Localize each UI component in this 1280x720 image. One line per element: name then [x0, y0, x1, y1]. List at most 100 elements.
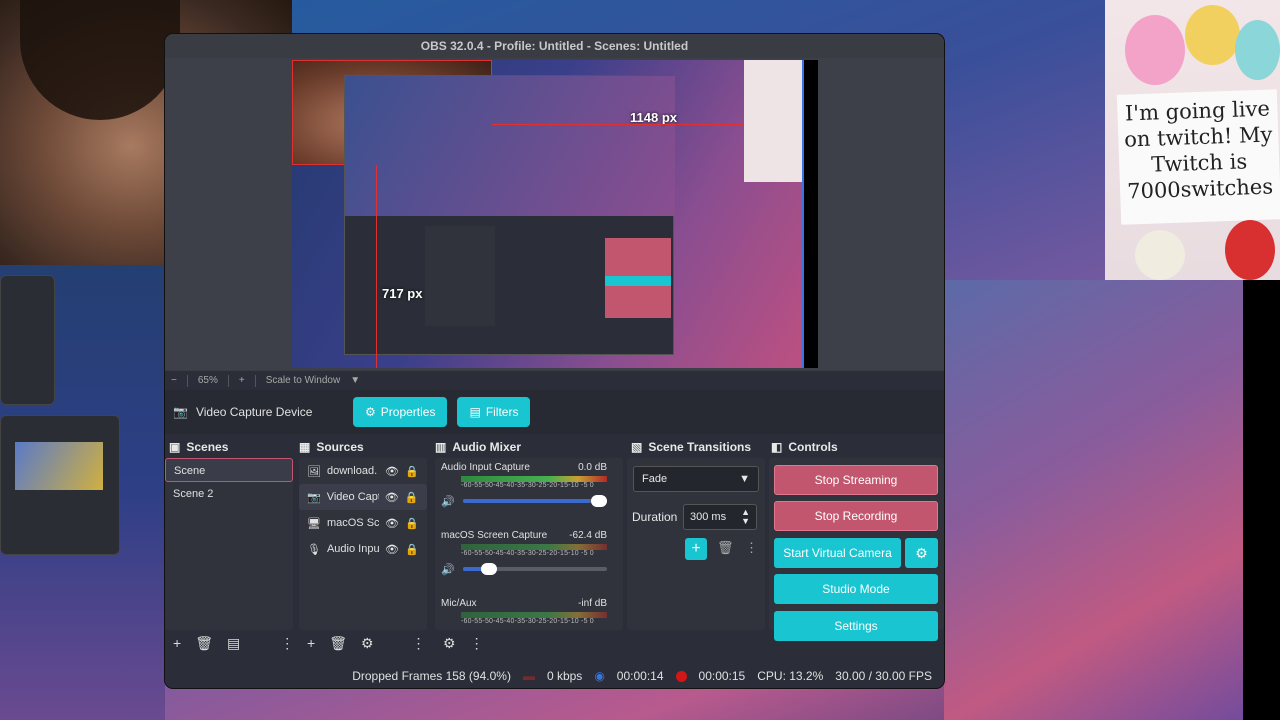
eye-icon[interactable]: 👁	[385, 543, 399, 556]
preview-area[interactable]: 1148 px 717 px	[165, 58, 944, 370]
cpu-usage: CPU: 13.2%	[757, 669, 824, 683]
scene-item[interactable]: Scene 2	[165, 482, 293, 506]
lock-icon[interactable]: 🔒	[405, 517, 419, 530]
transition-select[interactable]: Fade ▼	[633, 466, 759, 492]
mixer-toolbar: ⚙ ⋮	[443, 632, 484, 654]
scale-mode-select[interactable]: Scale to Window	[266, 375, 340, 386]
guide-line-v	[376, 165, 377, 368]
duration-stepper[interactable]: 300 ms ▲ ▼	[683, 504, 757, 530]
more-options-icon[interactable]: ⋮	[470, 635, 484, 652]
background-window	[0, 415, 120, 555]
image-icon: 🖼	[307, 465, 321, 478]
mixer-channel: Mic/Aux -inf dB -60-55-50-45-40-35-30-25-…	[441, 598, 607, 625]
eye-icon[interactable]: 👁	[385, 465, 399, 478]
lock-icon[interactable]: 🔒	[405, 543, 419, 556]
speaker-icon[interactable]: 🔊	[441, 495, 455, 508]
filters-button[interactable]: ▤ Filters	[457, 397, 531, 427]
selected-source-label: 📷 Video Capture Device	[173, 405, 343, 419]
source-item[interactable]: 🖼 download. 👁 🔒	[299, 458, 427, 484]
volume-slider[interactable]	[462, 563, 607, 575]
more-options-icon[interactable]: ⋮	[745, 540, 758, 556]
filter-icon: ▤	[469, 405, 481, 419]
mixer-channel: Audio Input Capture 0.0 dB -60-55-50-45-4…	[441, 462, 607, 508]
zoom-out-button[interactable]: −	[171, 375, 177, 386]
sources-toolbar: + 🗑 ⚙ ⋮	[307, 632, 426, 654]
volume-slider[interactable]	[462, 495, 607, 507]
add-source-icon[interactable]: +	[307, 635, 315, 651]
properties-button[interactable]: ⚙ Properties	[353, 397, 448, 427]
scene-item[interactable]: Scene	[165, 458, 293, 482]
source-item[interactable]: 🖥 macOS Scr 👁 🔒	[299, 510, 427, 536]
trash-icon[interactable]: 🗑	[329, 635, 347, 652]
lock-icon[interactable]: 🔒	[405, 491, 419, 504]
add-scene-icon[interactable]: +	[173, 635, 181, 651]
studio-mode-button[interactable]: Studio Mode	[774, 574, 938, 604]
settings-button[interactable]: Settings	[774, 611, 938, 641]
mixer-icon: ▥	[435, 440, 447, 454]
desktop-background-left	[0, 265, 165, 720]
zoom-bar: − 65% + Scale to Window ▼	[165, 370, 944, 390]
controls-dock-title: ◧ Controls	[771, 440, 838, 454]
source-toolbar: 📷 Video Capture Device ⚙ Properties ▤ Fi…	[165, 390, 944, 434]
broadcast-icon: ◉	[594, 669, 605, 683]
sources-dock: 🖼 download. 👁 🔒 📷 Video Capt 👁 🔒 🖥 macOS…	[299, 458, 427, 630]
obs-window: OBS 32.0.4 - Profile: Untitled - Scenes:…	[165, 34, 944, 688]
preview-canvas[interactable]: 1148 px 717 px	[292, 60, 818, 368]
mixer-dock-title: ▥ Audio Mixer	[435, 440, 522, 454]
stop-recording-button[interactable]: Stop Recording	[774, 501, 938, 531]
stepper-arrows-icon[interactable]: ▲ ▼	[741, 508, 750, 526]
nested-preview	[344, 75, 675, 355]
width-measure-label: 1148 px	[630, 110, 677, 125]
more-options-icon[interactable]: ⋮	[412, 635, 426, 652]
eye-icon[interactable]: 👁	[385, 491, 399, 504]
scenes-icon: ▣	[169, 440, 181, 454]
scenes-toolbar: + 🗑 ▤ ⋮	[173, 632, 294, 654]
trash-icon[interactable]: 🗑	[195, 635, 213, 652]
level-meter	[461, 544, 607, 550]
chevron-down-icon[interactable]: ▼	[350, 375, 360, 386]
controls-icon: ◧	[771, 440, 783, 454]
dropped-frames: Dropped Frames 158 (94.0%)	[352, 669, 511, 683]
sources-icon: ▦	[299, 440, 311, 454]
bitrate: 0 kbps	[546, 669, 583, 683]
level-meter	[461, 612, 607, 618]
start-virtual-camera-button[interactable]: Start Virtual Camera	[774, 538, 901, 568]
gear-icon[interactable]: ⚙	[443, 635, 456, 652]
speaker-icon[interactable]: 🔊	[441, 563, 455, 576]
network-icon: ▬	[522, 669, 535, 683]
microphone-icon: 🎙	[307, 543, 321, 556]
transitions-dock-title: ▧ Scene Transitions	[631, 440, 752, 454]
mixer-channel: macOS Screen Capture -62.4 dB -60-55-50-4…	[441, 530, 607, 576]
lock-icon[interactable]: 🔒	[405, 465, 419, 478]
trash-icon[interactable]: 🗑	[717, 540, 734, 556]
camera-icon: 📷	[173, 405, 188, 419]
fps-readout: 30.00 / 30.00 FPS	[835, 669, 932, 683]
zoom-in-button[interactable]: +	[239, 375, 245, 386]
stop-streaming-button[interactable]: Stop Streaming	[774, 465, 938, 495]
chevron-down-icon: ▼	[739, 473, 750, 485]
sources-dock-title: ▦ Sources	[299, 440, 364, 454]
record-time: 00:00:15	[698, 669, 746, 683]
monitor-icon: 🖥	[307, 517, 321, 530]
sign-photo-overlay: I'm going live on twitch! My Twitch is 7…	[1105, 0, 1280, 280]
stream-time: 00:00:14	[616, 669, 664, 683]
more-options-icon[interactable]: ⋮	[280, 635, 294, 652]
camera-icon: 📷	[307, 491, 321, 504]
source-item[interactable]: 🎙 Audio Inpu 👁 🔒	[299, 536, 427, 562]
gear-icon[interactable]: ⚙	[905, 538, 938, 568]
eye-icon[interactable]: 👁	[385, 517, 399, 530]
selected-source-name: Video Capture Device	[195, 405, 313, 419]
desktop-background-right	[944, 280, 1280, 720]
scenes-dock: Scene Scene 2	[165, 458, 293, 630]
height-measure-label: 717 px	[382, 286, 423, 301]
add-transition-button[interactable]: +	[685, 538, 707, 560]
zoom-level: 65%	[197, 375, 218, 386]
status-bar: Dropped Frames 158 (94.0%) ▬ 0 kbps ◉ 00…	[165, 664, 944, 688]
twitch-sign-text: I'm going live on twitch! My Twitch is 7…	[1116, 89, 1280, 225]
black-strip	[1243, 280, 1280, 720]
filter-icon[interactable]: ▤	[227, 635, 240, 652]
source-item[interactable]: 📷 Video Capt 👁 🔒	[299, 484, 427, 510]
canvas-black-area	[804, 60, 818, 368]
transitions-icon: ▧	[631, 440, 643, 454]
gear-icon[interactable]: ⚙	[361, 635, 374, 652]
